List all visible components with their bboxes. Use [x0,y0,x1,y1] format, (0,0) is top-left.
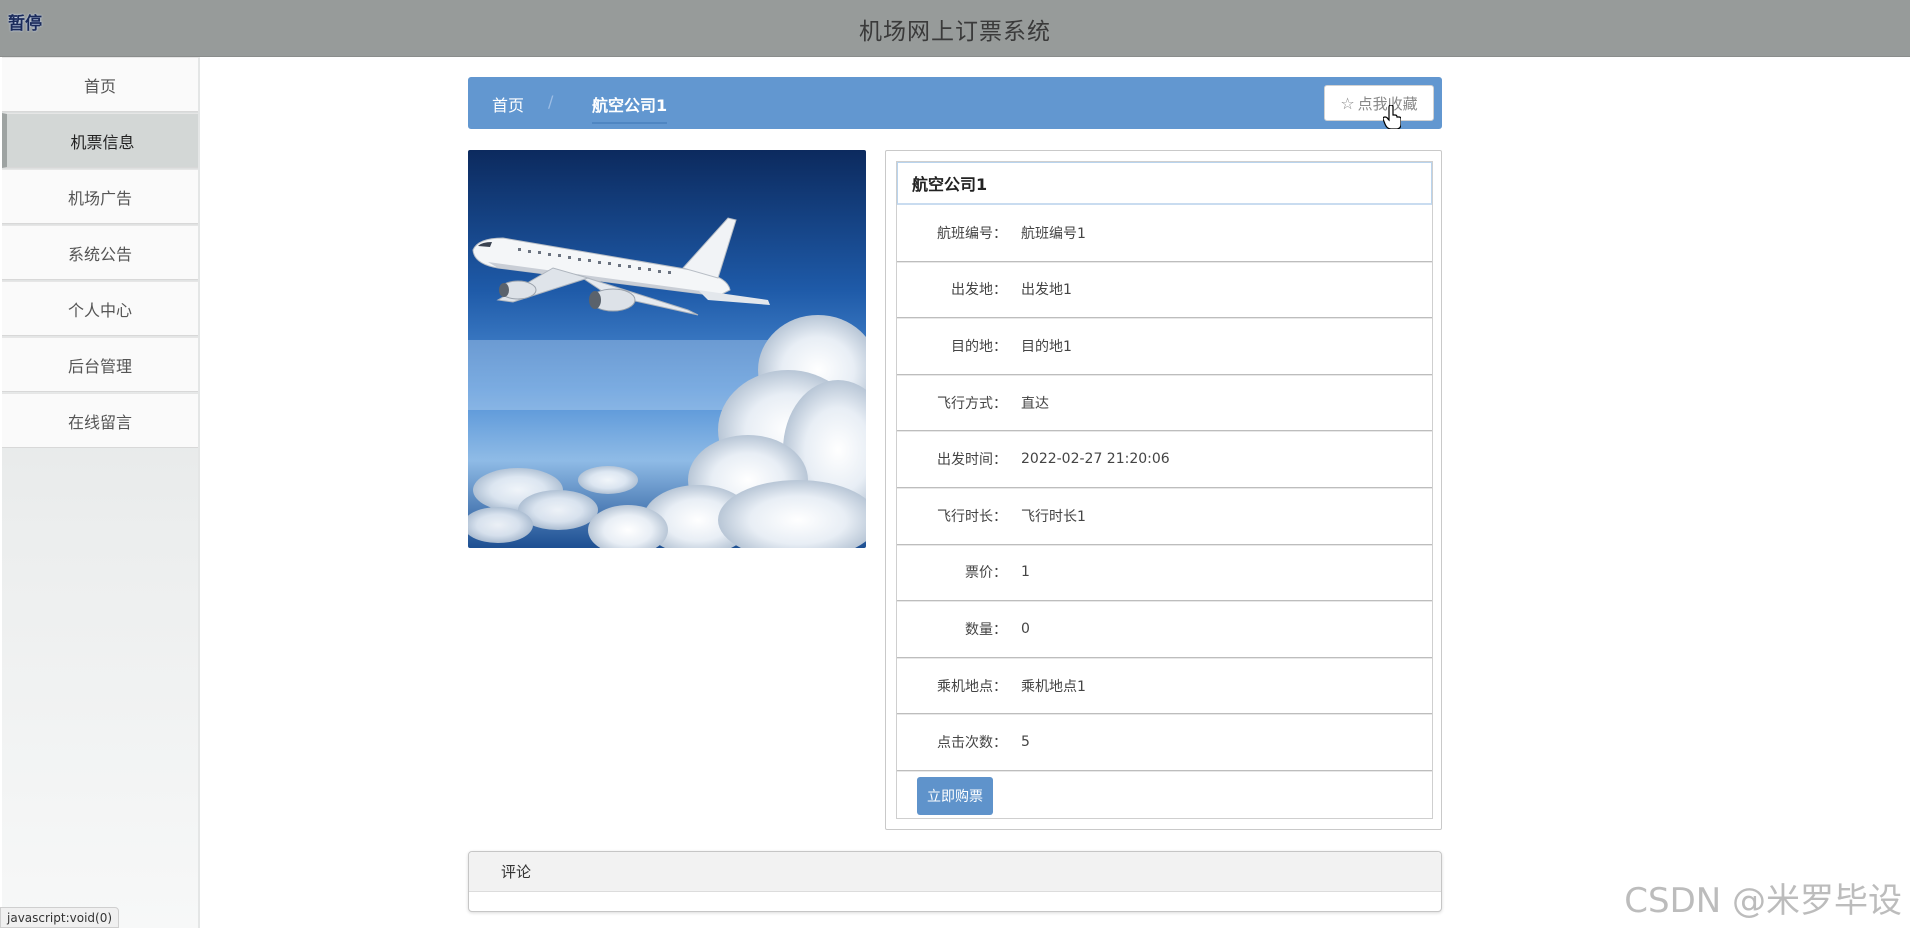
breadcrumb-separator: / [548,92,554,111]
field-label: 飞行方式： [937,395,1007,412]
detail-row-destination: 目的地： 目的地1 [897,318,1432,375]
breadcrumb-home-link[interactable]: 首页 [492,92,524,116]
browser-status-bar: javascript:void(0) [0,907,120,928]
field-value: 乘机地点1 [1021,678,1086,695]
detail-row-boarding-location: 乘机地点： 乘机地点1 [897,658,1432,715]
detail-row-quantity: 数量： 0 [897,601,1432,658]
watermark: CSDN @米罗毕设 [1624,881,1902,921]
field-label: 数量： [965,621,1007,638]
hand-cursor-icon [1383,105,1401,129]
field-label: 飞行时长： [937,508,1007,525]
field-value: 0 [1021,620,1030,637]
field-value: 1 [1021,564,1030,581]
field-value: 飞行时长1 [1021,508,1086,525]
detail-row-clicks: 点击次数： 5 [897,714,1432,771]
detail-row-duration: 飞行时长： 飞行时长1 [897,488,1432,545]
detail-row-flight-number: 航班编号： 航班编号1 [897,205,1432,262]
field-label: 目的地： [951,338,1007,355]
field-value: 目的地1 [1021,338,1072,355]
site-title: 机场网上订票系统 [859,19,1051,45]
comments-panel: 评论 [468,851,1442,912]
detail-row-departure-time: 出发时间： 2022-02-27 21:20:06 [897,431,1432,488]
sidebar-item-tickets[interactable]: 机票信息 [2,113,198,168]
sidebar-item-profile[interactable]: 个人中心 [2,281,198,336]
buy-ticket-button[interactable]: 立即购票 [917,776,993,815]
detail-row-price: 票价： 1 [897,545,1432,602]
field-label: 出发时间： [937,452,1007,469]
sidebar-item-messages[interactable]: 在线留言 [2,393,198,448]
field-value: 5 [1021,734,1030,751]
field-value: 2022-02-27 21:20:06 [1021,451,1170,468]
detail-row-departure: 出发地： 出发地1 [897,262,1432,319]
field-label: 出发地： [951,282,1007,299]
sidebar-item-admin[interactable]: 后台管理 [2,337,198,392]
flight-detail-card: 航空公司1 航班编号： 航班编号1 出发地： 出发地1 目的地： 目的地1 飞行… [885,150,1442,830]
sidebar-item-home[interactable]: 首页 [2,57,198,112]
field-label: 点击次数： [937,735,1007,752]
sidebar-divider [198,57,200,928]
detail-title: 航空公司1 [897,162,1432,205]
detail-row-flight-type: 飞行方式： 直达 [897,375,1432,432]
field-value: 出发地1 [1021,282,1072,299]
flight-image [468,150,866,548]
field-label: 票价： [965,565,1007,582]
field-value: 直达 [1021,395,1049,412]
field-value: 航班编号1 [1021,225,1086,242]
field-label: 乘机地点： [937,678,1007,695]
star-outline-icon: ☆ [1340,93,1355,113]
sidebar: 首页 机票信息 机场广告 系统公告 个人中心 后台管理 在线留言 [2,57,198,928]
buy-row: 立即购票 [897,771,1432,821]
top-bar: 暂停 机场网上订票系统 [0,0,1910,57]
sidebar-item-notices[interactable]: 系统公告 [2,225,198,280]
favorite-button[interactable]: ☆ 点我收藏 [1324,85,1434,121]
comments-title: 评论 [469,852,1441,892]
field-label: 航班编号： [937,225,1007,242]
breadcrumb-current: 航空公司1 [592,92,668,124]
flight-detail-table: 航空公司1 航班编号： 航班编号1 出发地： 出发地1 目的地： 目的地1 飞行… [896,161,1433,819]
sidebar-item-ads[interactable]: 机场广告 [2,169,198,224]
breadcrumb: 首页 / 航空公司1 ☆ 点我收藏 [468,77,1442,129]
